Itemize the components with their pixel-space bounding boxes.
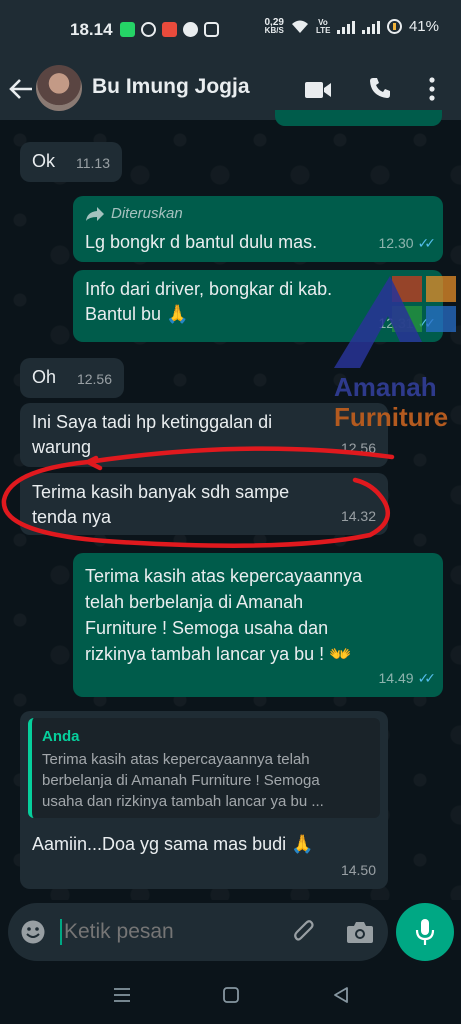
threads-notification-icon	[141, 22, 156, 37]
attachment-icon[interactable]	[292, 919, 316, 945]
message-time: 14.49 ✓✓	[378, 665, 437, 691]
message-text: Oh	[32, 367, 57, 387]
read-ticks-icon: ✓✓	[417, 670, 437, 686]
message-text: Ok	[32, 151, 56, 171]
quoted-sender: Anda	[42, 728, 80, 745]
quoted-message[interactable]: Anda Terima kasih atas kepercayaannya te…	[28, 718, 380, 818]
message-bubble-partial	[275, 110, 442, 126]
system-navigation-bar	[0, 968, 461, 1024]
message-time: 14.50	[340, 862, 376, 878]
emoji-icon[interactable]	[20, 919, 46, 945]
battery-level: 41%	[408, 18, 439, 35]
back-nav-icon[interactable]	[332, 986, 350, 1004]
phone-icon[interactable]	[368, 76, 392, 100]
message-time-value: 12.30	[378, 235, 414, 251]
voice-message-button[interactable]	[396, 903, 454, 961]
message-text: Aamiin...Doa yg sama mas budi 🙏	[32, 834, 314, 854]
message-notification-icon	[183, 22, 198, 37]
status-time: 18.14	[70, 20, 113, 39]
status-bar: 18.14 0,29 KB/S Vo LTE 41%	[0, 0, 461, 58]
signal-icon	[336, 20, 355, 34]
message-text-line: telah berbelanja di Amanah	[85, 592, 304, 612]
forward-icon	[86, 206, 104, 221]
message-outgoing[interactable]: Terima kasih atas kepercayaannya telah b…	[73, 553, 443, 697]
watermark-line: Amanah	[334, 372, 437, 402]
message-text-line: Ini Saya tadi hp ketinggalan di	[32, 412, 273, 432]
message-text-line: Furniture ! Semoga usaha dan	[85, 618, 329, 638]
home-icon[interactable]	[222, 986, 240, 1004]
message-outgoing-forwarded[interactable]: Diteruskan Lg bongkr d bantul dulu mas. …	[73, 196, 443, 262]
message-input[interactable]	[62, 919, 266, 945]
status-right: 0,29 KB/S Vo LTE 41%	[264, 17, 440, 35]
message-text-line: tenda nya	[32, 507, 112, 527]
message-incoming[interactable]: Oh 12.56	[20, 358, 124, 398]
microphone-icon	[415, 919, 435, 945]
music-notification-icon	[162, 22, 177, 37]
recent-apps-icon[interactable]	[112, 986, 132, 1004]
forwarded-label: Diteruskan	[85, 201, 431, 226]
data-speed: 0,29 KB/S	[264, 17, 284, 35]
data-speed-unit: KB/S	[264, 25, 284, 35]
quoted-text-line: Terima kasih atas kepercayaannya telah	[42, 751, 310, 768]
battery-icon	[386, 19, 402, 34]
watermark-line: Furniture	[334, 402, 449, 432]
video-call-icon[interactable]	[304, 80, 332, 100]
message-text-line: Terima kasih atas kepercayaannya	[85, 566, 363, 586]
message-time: 12.30 ✓✓	[378, 231, 437, 256]
message-text-line: Terima kasih banyak sdh sampe	[32, 482, 290, 502]
more-options-icon[interactable]	[428, 76, 436, 102]
notification-icons	[120, 22, 219, 37]
message-time: 12.56	[76, 371, 112, 387]
read-ticks-icon: ✓✓	[417, 235, 437, 251]
back-arrow-icon[interactable]	[8, 76, 34, 102]
chat-area[interactable]: Ok 11.13 Diteruskan Lg bongkr d bantul d…	[0, 110, 461, 900]
signal-icon-2	[361, 20, 380, 34]
message-composer[interactable]	[8, 903, 388, 961]
instagram-notification-icon	[204, 22, 219, 37]
forwarded-text: Diteruskan	[111, 205, 183, 222]
message-text-line: rizkinya tambah lancar ya bu ! 👐	[85, 644, 352, 664]
volte-label: Vo LTE	[315, 17, 331, 35]
contact-name[interactable]: Bu Imung Jogja	[92, 75, 250, 99]
message-incoming-reply[interactable]: Anda Terima kasih atas kepercayaannya te…	[20, 711, 388, 889]
message-incoming[interactable]: Ok 11.13	[20, 142, 122, 182]
avatar[interactable]	[36, 65, 82, 111]
message-time: 11.13	[76, 155, 110, 171]
message-time-value: 14.49	[378, 670, 414, 686]
camera-icon[interactable]	[346, 920, 374, 944]
message-incoming-highlighted[interactable]: Terima kasih banyak sdh sampe tenda nya …	[20, 473, 388, 535]
quoted-text-line: berbelanja di Amanah Furniture ! Semoga	[42, 772, 320, 789]
message-time: 12.56	[340, 440, 376, 456]
message-time: 14.32	[340, 508, 376, 524]
whatsapp-notification-icon	[120, 22, 135, 37]
message-text-line: warung	[32, 437, 92, 457]
wifi-icon	[291, 20, 308, 33]
watermark-text: Amanah Furniture	[334, 372, 448, 432]
quoted-text-line: usaha dan rizkinya tambah lancar ya bu .…	[42, 793, 324, 810]
